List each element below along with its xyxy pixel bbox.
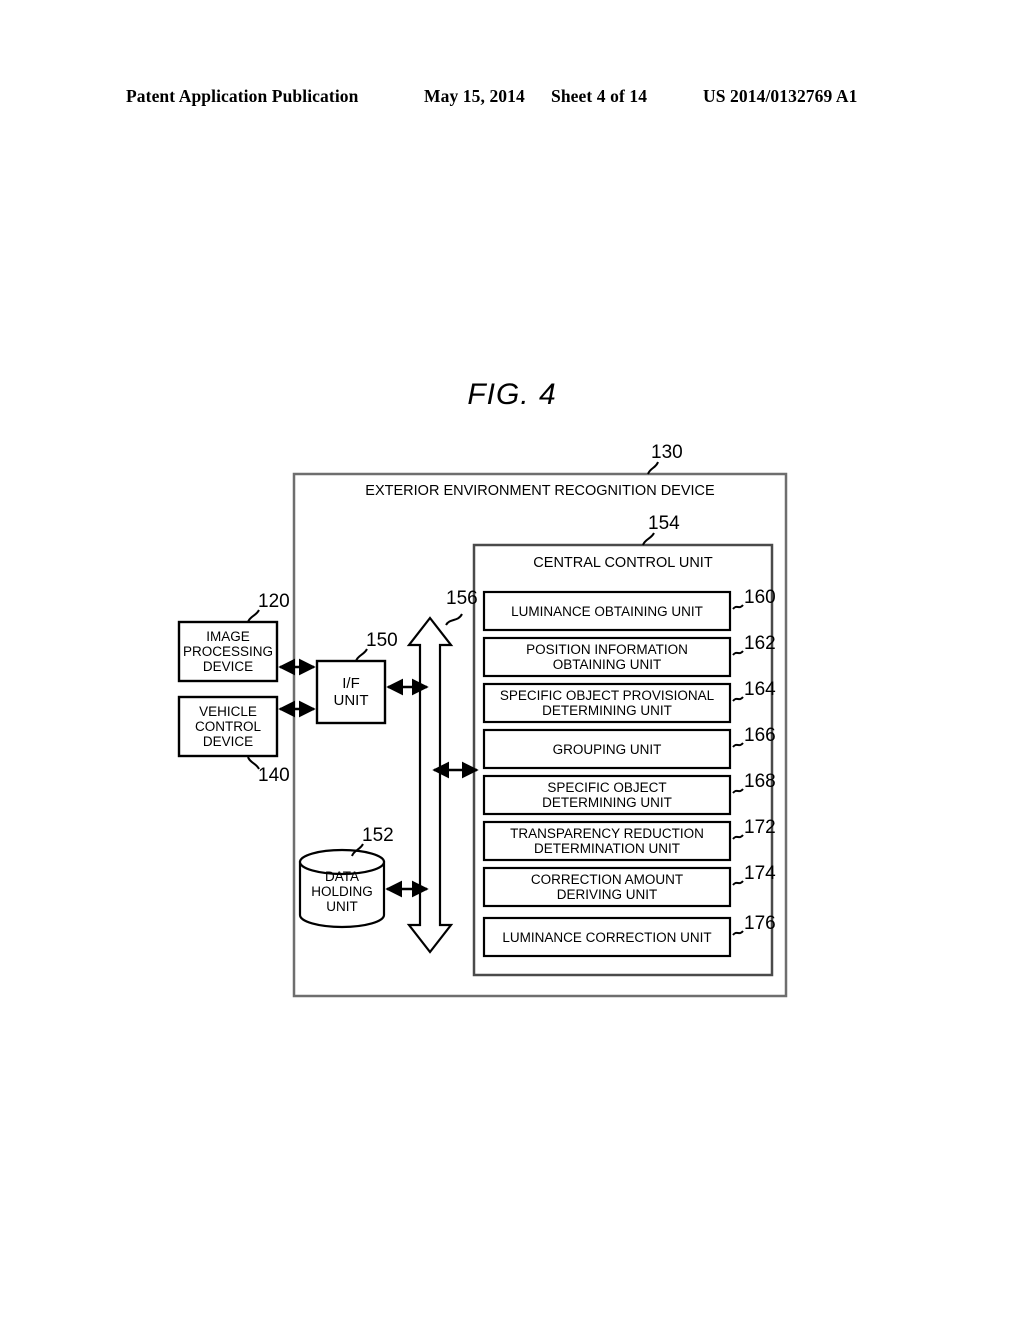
outer-device-title: EXTERIOR ENVIRONMENT RECOGNITION DEVICE	[365, 482, 715, 499]
leader-168	[732, 788, 744, 794]
unit-label-grouping: GROUPING UNIT	[552, 741, 662, 757]
ref-152: 152	[362, 825, 394, 846]
leader-156	[445, 613, 463, 626]
unit-label-specific-object-determining: SPECIFIC OBJECT DETERMINING UNIT	[542, 780, 672, 810]
ref-156: 156	[446, 588, 478, 609]
leader-164	[732, 696, 744, 702]
ref-176: 176	[744, 913, 776, 934]
ref-164: 164	[744, 679, 776, 700]
ref-174: 174	[744, 863, 776, 884]
ref-160: 160	[744, 587, 776, 608]
bus-arrow-156	[406, 616, 454, 954]
ref-140: 140	[258, 765, 290, 786]
ref-130: 130	[651, 442, 683, 463]
image-processing-device-label: IMAGE PROCESSING DEVICE	[182, 629, 274, 674]
leader-172	[732, 834, 744, 840]
unit-label-transparency-reduction-determination: TRANSPARENCY REDUCTION DETERMINATION UNI…	[510, 826, 704, 856]
ref-120: 120	[258, 591, 290, 612]
ref-166: 166	[744, 725, 776, 746]
ref-150: 150	[366, 630, 398, 651]
if-unit-label: I/F UNIT	[333, 675, 369, 709]
unit-label-position-information-obtaining: POSITION INFORMATION OBTAINING UNIT	[526, 642, 688, 672]
figure-diagram: EXTERIOR ENVIRONMENT RECOGNITION DEVICE …	[0, 0, 1024, 1320]
vehicle-control-device-label: VEHICLE CONTROL DEVICE	[194, 704, 261, 749]
ref-154: 154	[648, 513, 680, 534]
data-holding-unit-label: DATA HOLDING UNIT	[311, 868, 373, 914]
leader-166	[732, 742, 744, 748]
leader-160	[732, 604, 744, 610]
ref-162: 162	[744, 633, 776, 654]
leader-174	[732, 880, 744, 886]
unit-label-luminance-obtaining: LUMINANCE OBTAINING UNIT	[511, 603, 703, 619]
ref-172: 172	[744, 817, 776, 838]
unit-label-specific-object-provisional-determining: SPECIFIC OBJECT PROVISIONAL DETERMINING …	[499, 688, 715, 718]
leader-176	[732, 930, 744, 936]
central-control-unit-title: CENTRAL CONTROL UNIT	[533, 554, 713, 571]
ref-168: 168	[744, 771, 776, 792]
unit-label-luminance-correction: LUMINANCE CORRECTION UNIT	[502, 929, 712, 945]
unit-label-correction-amount-deriving: CORRECTION AMOUNT DERIVING UNIT	[530, 872, 684, 902]
leader-162	[732, 650, 744, 656]
